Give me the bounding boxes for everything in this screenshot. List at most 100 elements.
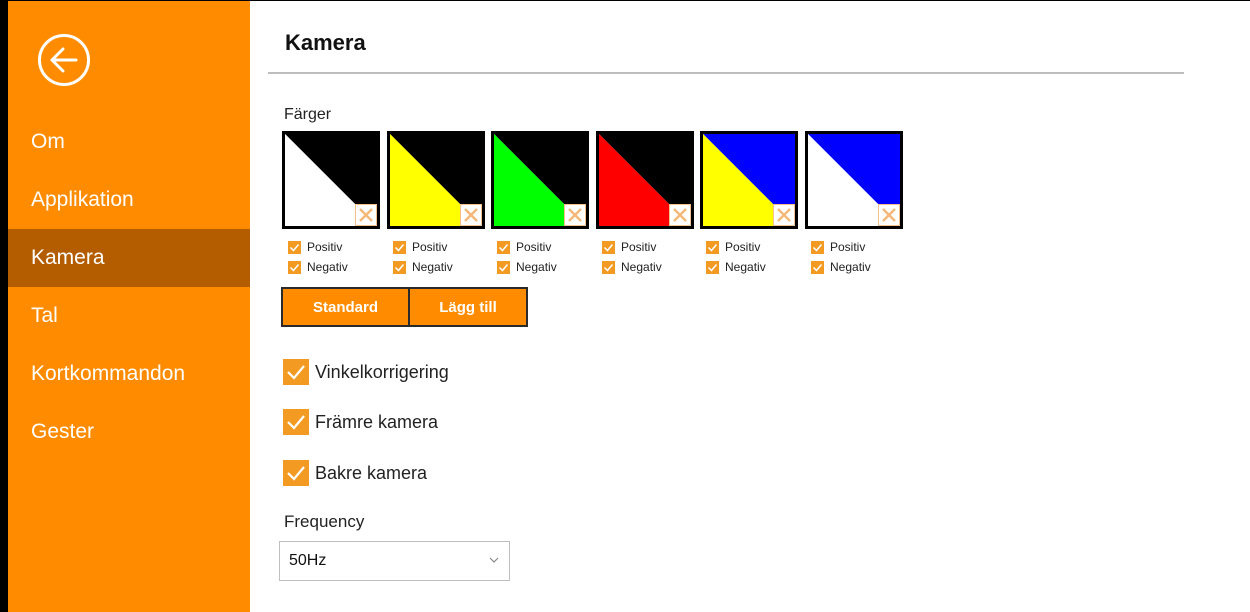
negative-label: Negativ	[307, 260, 348, 274]
checkmark-icon	[287, 415, 305, 430]
add-color-button[interactable]: Lägg till	[410, 287, 528, 327]
positive-label: Positiv	[621, 240, 657, 254]
back-arrow-circle-icon	[50, 47, 78, 73]
negative-option: Negativ	[393, 257, 453, 277]
checkmark-icon	[603, 263, 614, 272]
front-camera-label: Främre kamera	[315, 411, 439, 432]
option-angle-correction: Vinkelkorrigering	[283, 359, 449, 385]
swatch-checkbox-group: Positiv Negativ	[811, 237, 871, 277]
back-button[interactable]	[38, 34, 90, 86]
negative-label: Negativ	[725, 260, 766, 274]
swatch-checkbox-group: Positiv Negativ	[706, 237, 766, 277]
negative-option: Negativ	[706, 257, 766, 277]
negative-checkbox[interactable]	[602, 260, 615, 274]
checkmark-icon	[812, 263, 823, 272]
negative-option: Negativ	[497, 257, 557, 277]
remove-swatch-button[interactable]	[355, 204, 377, 226]
checkmark-icon	[394, 263, 405, 272]
remove-swatch-button[interactable]	[878, 204, 900, 226]
swatch-button-row: Standard Lägg till	[281, 287, 528, 327]
color-swatch[interactable]	[700, 131, 798, 229]
colors-section-label: Färger	[284, 106, 332, 123]
swatch-checkbox-group: Positiv Negativ	[497, 237, 557, 277]
color-swatch[interactable]	[387, 131, 485, 229]
sidebar: Om Applikation Kamera Tal Kortkommandon …	[8, 1, 250, 612]
positive-checkbox[interactable]	[706, 240, 719, 254]
positive-label: Positiv	[516, 240, 552, 254]
chevron-down-icon	[489, 557, 499, 563]
frequency-value: 50Hz	[289, 552, 327, 569]
negative-checkbox[interactable]	[497, 260, 510, 274]
negative-label: Negativ	[830, 260, 871, 274]
close-x-icon	[777, 208, 791, 222]
swatch-checkbox-group: Positiv Negativ	[602, 237, 662, 277]
checkmark-icon	[287, 365, 305, 380]
color-swatch[interactable]	[805, 131, 903, 229]
negative-label: Negativ	[516, 260, 557, 274]
remove-swatch-button[interactable]	[564, 204, 586, 226]
close-x-icon	[359, 208, 373, 222]
color-swatch[interactable]	[596, 131, 694, 229]
positive-checkbox[interactable]	[393, 240, 406, 254]
checkmark-icon	[394, 243, 405, 252]
positive-checkbox[interactable]	[497, 240, 510, 254]
close-x-icon	[673, 208, 687, 222]
close-x-icon	[464, 208, 478, 222]
positive-label: Positiv	[830, 240, 866, 254]
positive-option: Positiv	[602, 237, 662, 257]
close-x-icon	[882, 208, 896, 222]
checkmark-icon	[289, 243, 300, 252]
negative-label: Negativ	[412, 260, 453, 274]
negative-checkbox[interactable]	[706, 260, 719, 274]
positive-checkbox[interactable]	[288, 240, 301, 254]
sidebar-item-applikation[interactable]: Applikation	[8, 171, 250, 229]
swatch-checkbox-group: Positiv Negativ	[393, 237, 453, 277]
remove-swatch-button[interactable]	[773, 204, 795, 226]
negative-option: Negativ	[288, 257, 348, 277]
checkmark-icon	[289, 263, 300, 272]
remove-swatch-button[interactable]	[460, 204, 482, 226]
positive-option: Positiv	[811, 237, 871, 257]
checkmark-icon	[498, 263, 509, 272]
option-front-camera: Främre kamera	[283, 409, 438, 435]
positive-checkbox[interactable]	[602, 240, 615, 254]
back-camera-checkbox[interactable]	[283, 460, 309, 486]
angle-correction-checkbox[interactable]	[283, 359, 309, 385]
frequency-label: Frequency	[284, 512, 365, 531]
sidebar-nav: Om Applikation Kamera Tal Kortkommandon …	[8, 113, 250, 461]
option-back-camera: Bakre kamera	[283, 460, 427, 486]
checkmark-icon	[498, 243, 509, 252]
color-swatch[interactable]	[282, 131, 380, 229]
negative-checkbox[interactable]	[811, 260, 824, 274]
page-title: Kamera	[285, 30, 366, 55]
positive-checkbox[interactable]	[811, 240, 824, 254]
standard-button[interactable]: Standard	[281, 287, 410, 327]
remove-swatch-button[interactable]	[669, 204, 691, 226]
sidebar-item-kamera[interactable]: Kamera	[8, 229, 250, 287]
negative-checkbox[interactable]	[288, 260, 301, 274]
positive-option: Positiv	[288, 237, 348, 257]
angle-correction-label: Vinkelkorrigering	[315, 361, 449, 382]
positive-label: Positiv	[307, 240, 343, 254]
close-x-icon	[568, 208, 582, 222]
negative-checkbox[interactable]	[393, 260, 406, 274]
title-divider	[268, 72, 1184, 74]
front-camera-checkbox[interactable]	[283, 409, 309, 435]
sidebar-item-om[interactable]: Om	[8, 113, 250, 171]
positive-label: Positiv	[725, 240, 761, 254]
sidebar-item-gester[interactable]: Gester	[8, 403, 250, 461]
checkmark-icon	[603, 243, 614, 252]
positive-option: Positiv	[497, 237, 557, 257]
sidebar-item-kortkommandon[interactable]: Kortkommandon	[8, 345, 250, 403]
positive-option: Positiv	[706, 237, 766, 257]
checkmark-icon	[707, 263, 718, 272]
checkmark-icon	[812, 243, 823, 252]
positive-option: Positiv	[393, 237, 453, 257]
checkmark-icon	[707, 243, 718, 252]
frequency-select[interactable]: 50Hz	[279, 541, 510, 581]
negative-label: Negativ	[621, 260, 662, 274]
color-swatch[interactable]	[491, 131, 589, 229]
sidebar-item-tal[interactable]: Tal	[8, 287, 250, 345]
positive-label: Positiv	[412, 240, 448, 254]
back-camera-label: Bakre kamera	[315, 462, 428, 483]
